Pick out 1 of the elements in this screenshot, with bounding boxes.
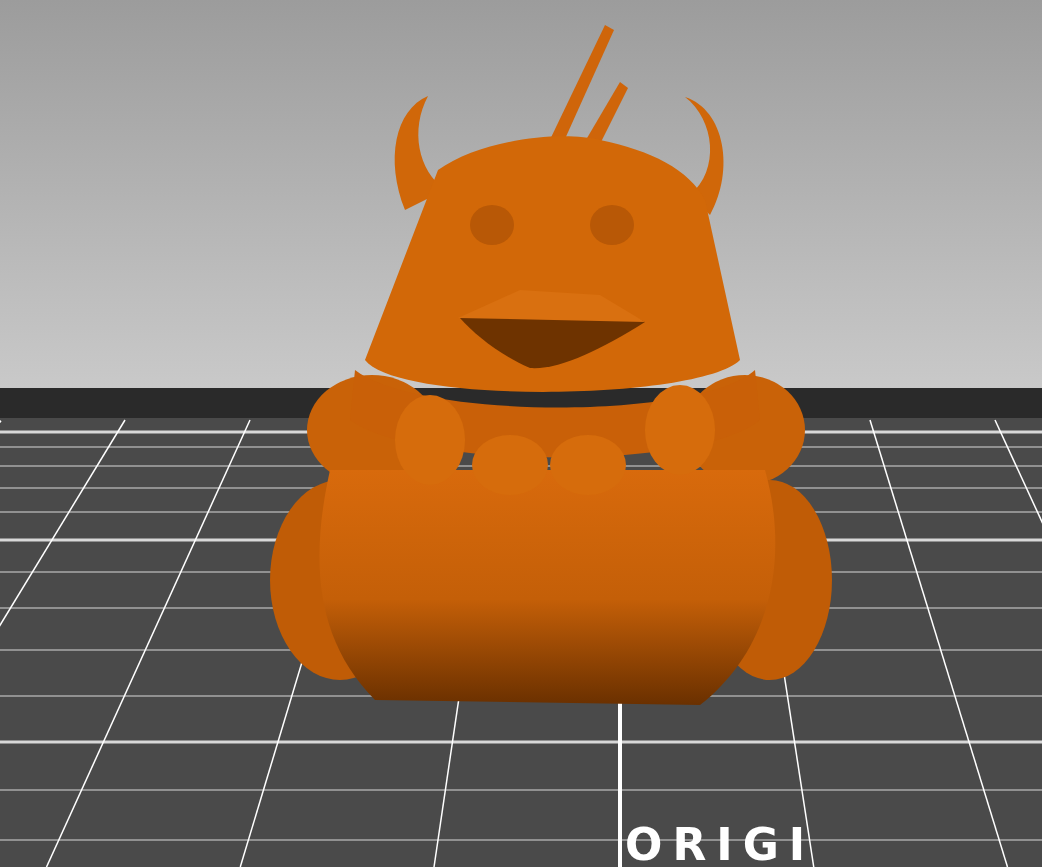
bed-label: ORIGI [625,819,816,867]
